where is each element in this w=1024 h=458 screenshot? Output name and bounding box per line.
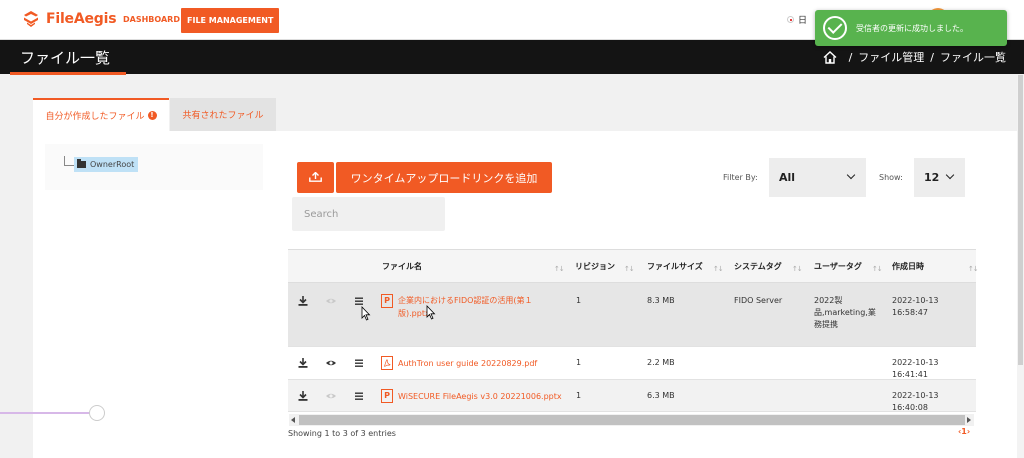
breadcrumb-separator: / — [848, 50, 853, 64]
table-row[interactable]: P 企業内におけるFIDO認証の活用(第１ 版).pptx 1 8.3 MB F… — [288, 283, 976, 347]
sort-icon[interactable]: ↑↓ — [792, 265, 803, 273]
scrollbar-thumb[interactable] — [299, 415, 965, 425]
language-label: 日 — [798, 16, 808, 26]
chevron-down-icon — [846, 170, 856, 180]
sort-icon[interactable]: ↑↓ — [554, 265, 565, 273]
user-tag: 2022製 品,marketing,業 務提携 — [814, 295, 876, 331]
sort-icon[interactable]: ↑↓ — [872, 265, 883, 273]
eye-icon[interactable] — [325, 357, 337, 369]
tab-own-files[interactable]: 自分が作成したファイル ! — [33, 98, 169, 131]
page-size-select[interactable]: 12 — [914, 158, 965, 197]
filter-value: All — [779, 171, 796, 184]
breadcrumb-file-list: ファイル一覧 — [940, 51, 1006, 64]
info-badge-icon: ! — [147, 111, 157, 120]
tree-node-ownerroot[interactable]: OwnerRoot — [74, 157, 139, 172]
eye-icon — [326, 393, 336, 399]
tab-shared-files[interactable]: 共有されたファイル — [170, 98, 276, 131]
created-date: 2022-10-13 16:40:08 — [892, 391, 939, 412]
sort-icon[interactable]: ↑↓ — [713, 265, 724, 273]
file-name-link[interactable]: AuthTron user guide 20220829.pdf — [398, 357, 537, 370]
system-tag: FIDO Server — [734, 296, 783, 305]
revision: 1 — [576, 391, 582, 400]
col-system-tag[interactable]: システムタグ — [734, 261, 782, 272]
filter-label: Filter By: — [723, 173, 758, 182]
page-scrollbar-thumb[interactable] — [1018, 75, 1023, 365]
fileaegis-logo-icon — [24, 11, 38, 27]
file-size: 8.3 MB — [647, 296, 675, 305]
table-header: ファイル名 ↑↓ リビジョン ↑↓ ファイルサイズ ↑↓ システムタグ ↑↓ ユ… — [288, 249, 979, 283]
sort-icon[interactable]: ↑↓ — [624, 265, 635, 273]
revision: 1 — [576, 358, 582, 367]
brand-name: FileAegis — [46, 11, 117, 27]
user-tag-line: 務提携 — [814, 320, 838, 329]
add-onetime-upload-link-button[interactable]: ワンタイムアップロードリンクを追加 — [336, 162, 552, 193]
check-circle-icon — [823, 16, 847, 40]
user-tag-line: 品,marketing,業 — [814, 308, 876, 317]
col-filename[interactable]: ファイル名 — [382, 261, 422, 272]
upload-button[interactable] — [297, 162, 334, 193]
tab-shared-files-label: 共有されたファイル — [182, 111, 264, 121]
folder-icon — [77, 159, 86, 168]
nav-dashboard[interactable]: DASHBOARD — [116, 8, 187, 32]
menu-icon[interactable] — [353, 357, 365, 369]
search-input[interactable] — [292, 197, 445, 231]
logo[interactable]: FileAegis — [22, 10, 117, 28]
pptx-file-icon: P — [381, 294, 393, 308]
col-created[interactable]: 作成日時 — [892, 261, 924, 272]
tab-own-files-label: 自分が作成したファイル — [45, 112, 145, 122]
tree-node-label: OwnerRoot — [90, 160, 135, 169]
language-switch[interactable]: 日 — [787, 13, 807, 26]
user-tag-line: 2022製 — [814, 296, 843, 305]
file-size: 2.2 MB — [647, 358, 675, 367]
file-size: 6.3 MB — [647, 391, 675, 400]
file-name-link[interactable]: 企業内におけるFIDO認証の活用(第１ 版).pptx — [398, 294, 548, 320]
download-icon[interactable] — [297, 357, 309, 369]
page-title: ファイル一覧 — [20, 49, 111, 67]
chevron-down-icon — [945, 170, 955, 180]
flag-icon — [787, 16, 794, 23]
success-toast[interactable]: 受信者の更新に成功しました。 — [815, 10, 1007, 46]
mouse-cursor-icon — [426, 305, 436, 320]
col-filesize[interactable]: ファイルサイズ — [647, 261, 703, 272]
upload-icon — [309, 172, 322, 182]
nav-file-management[interactable]: FILE MANAGEMENT — [181, 8, 280, 33]
title-underline — [10, 72, 126, 75]
table-row[interactable]: P WiSECURE FileAegis v3.0 20221006.pptx … — [288, 380, 976, 412]
download-icon[interactable] — [297, 295, 309, 307]
entries-info: Showing 1 to 3 of 3 entries — [288, 429, 396, 438]
col-user-tag[interactable]: ユーザータグ — [814, 261, 862, 272]
pagination[interactable]: ‹1› — [958, 427, 970, 436]
file-name-link[interactable]: WiSECURE FileAegis v3.0 20221006.pptx — [398, 390, 562, 403]
file-name-line: 企業内におけるFIDO認証の活用(第１ — [398, 296, 533, 305]
created-date: 2022-10-13 16:58:47 — [892, 296, 939, 317]
mouse-cursor-icon — [361, 306, 371, 321]
col-revision[interactable]: リビジョン — [575, 261, 615, 272]
pptx-file-icon: P — [381, 389, 393, 403]
eye-icon — [326, 298, 336, 304]
scroll-right-arrow-icon[interactable] — [967, 417, 971, 423]
home-icon[interactable] — [823, 50, 837, 64]
created-date: 2022-10-13 16:41:41 — [892, 358, 939, 379]
sort-icon[interactable]: ↑↓ — [968, 265, 979, 273]
pdf-file-icon — [381, 356, 393, 370]
scroll-left-arrow-icon[interactable] — [291, 417, 295, 423]
show-label: Show: — [879, 173, 903, 182]
breadcrumb-separator: / — [930, 50, 934, 64]
revision: 1 — [576, 296, 582, 305]
toast-message: 受信者の更新に成功しました。 — [856, 23, 968, 33]
filter-select[interactable]: All — [769, 158, 866, 197]
page-size-value: 12 — [924, 171, 940, 184]
download-icon[interactable] — [297, 390, 309, 402]
breadcrumb: / ファイル管理 / ファイル一覧 — [823, 49, 1006, 65]
breadcrumb-file-management[interactable]: ファイル管理 — [858, 49, 924, 65]
table-row[interactable]: AuthTron user guide 20220829.pdf 1 2.2 M… — [288, 347, 976, 380]
menu-icon[interactable] — [353, 390, 365, 402]
overlay-slider-track — [0, 412, 92, 414]
tree-connector — [64, 156, 74, 166]
overlay-slider-knob[interactable] — [89, 405, 105, 421]
file-name-line: 版).pptx — [398, 309, 430, 318]
